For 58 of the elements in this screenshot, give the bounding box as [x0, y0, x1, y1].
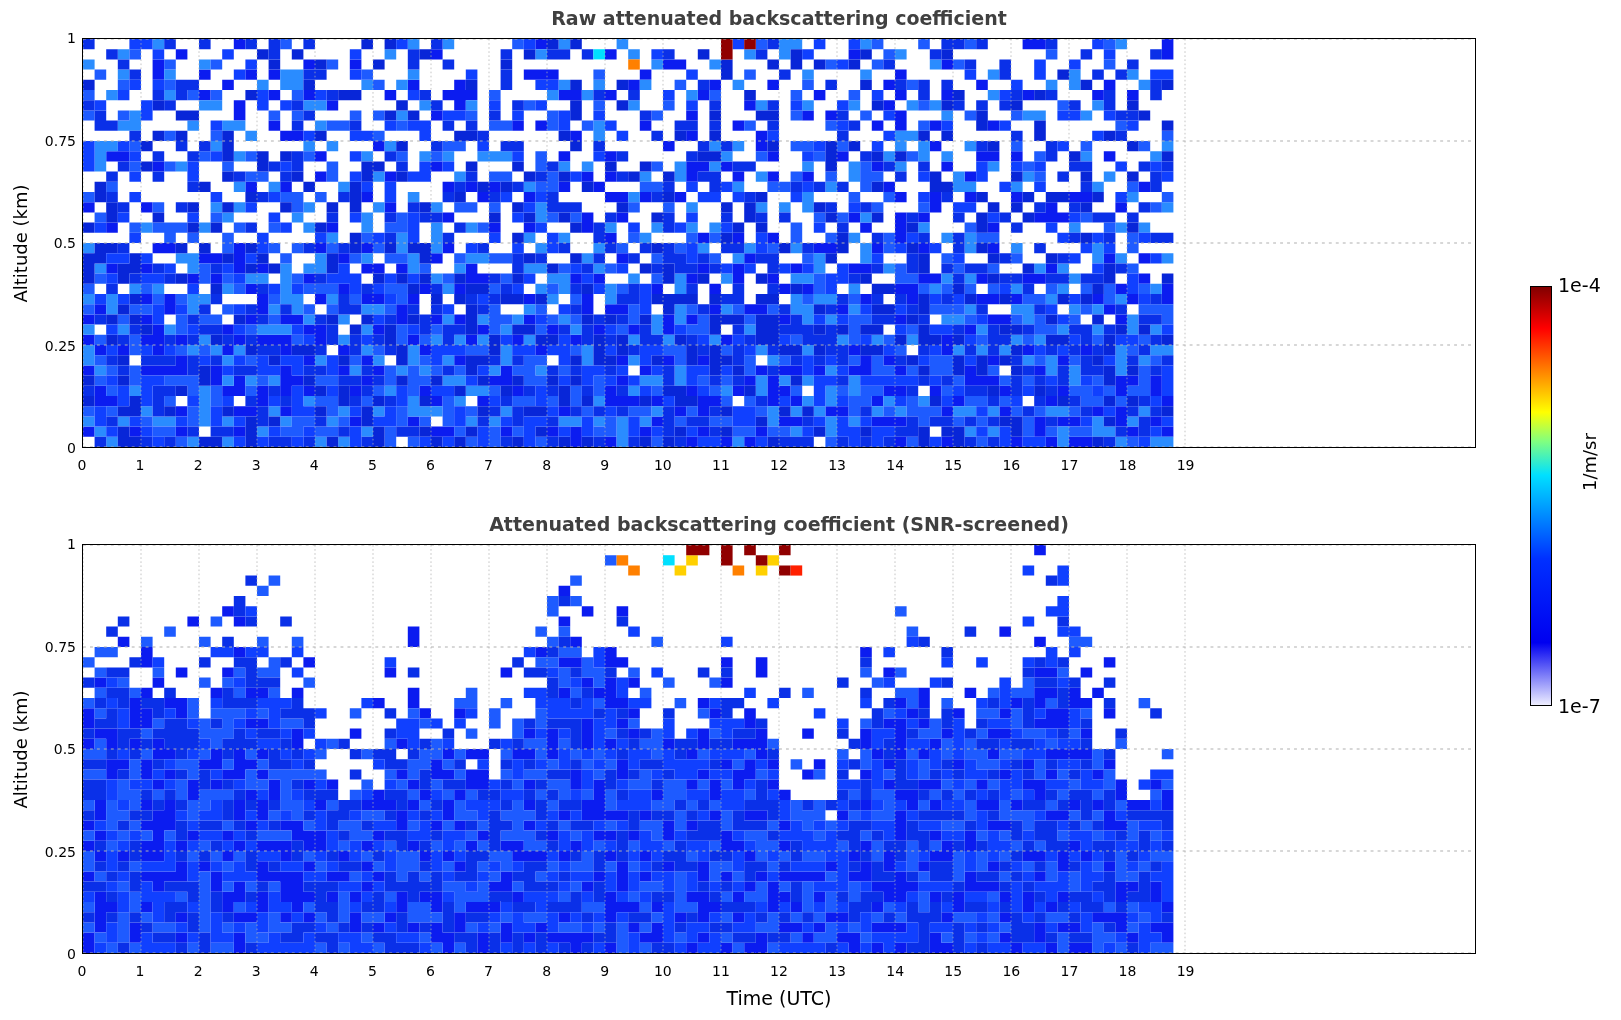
- x-tick-label: 16: [1002, 458, 1021, 472]
- y-tick-label: 0.75: [44, 639, 76, 654]
- y-tick-label: 0.5: [53, 742, 76, 756]
- x-tick-label: 15: [944, 458, 963, 472]
- x-axis-label: Time (UTC): [726, 986, 832, 1011]
- y-tick-label: 0: [67, 947, 76, 961]
- x-tick-label: 5: [367, 964, 377, 978]
- x-tick-label: 10: [653, 964, 672, 978]
- chart-title: Raw attenuated backscattering coefficient: [551, 5, 1007, 31]
- x-tick-label: 3: [251, 964, 261, 978]
- y-tick-label: 1: [67, 31, 76, 45]
- y-tick-label: 0.25: [44, 844, 76, 859]
- x-tick-label: 0: [77, 458, 87, 472]
- x-tick-label: 19: [1176, 458, 1195, 472]
- x-tick-label: 14: [886, 964, 905, 978]
- x-tick-label: 11: [712, 458, 730, 472]
- x-tick-label: 1: [135, 964, 145, 978]
- x-tick-label: 8: [542, 964, 552, 978]
- colorbar-title: 1/m/sr: [1581, 433, 1599, 491]
- x-tick-label: 9: [600, 964, 610, 978]
- chart-title: Attenuated backscattering coefficient (SNR-screened): [489, 511, 1069, 537]
- x-tick-label: 17: [1060, 458, 1079, 472]
- y-tick-label: 0.75: [44, 133, 76, 148]
- x-tick-label: 7: [484, 964, 494, 978]
- x-tick-label: 14: [886, 458, 905, 472]
- x-tick-label: 6: [426, 458, 435, 472]
- x-tick-label: 13: [828, 458, 846, 472]
- x-tick-label: 15: [944, 964, 963, 978]
- x-tick-label: 9: [600, 458, 610, 472]
- y-axis-label: Altitude (km): [8, 689, 32, 809]
- y-axis-label: Altitude (km): [8, 183, 32, 303]
- x-tick-label: 2: [193, 964, 203, 978]
- y-tick-label: 0: [67, 441, 76, 455]
- x-tick-label: 10: [653, 458, 672, 472]
- x-tick-label: 16: [1002, 964, 1021, 978]
- y-tick-label: 0.5: [53, 236, 76, 250]
- x-tick-label: 13: [828, 964, 846, 978]
- x-tick-label: 17: [1060, 964, 1079, 978]
- x-tick-label: 11: [712, 964, 730, 978]
- x-tick-label: 18: [1118, 964, 1137, 978]
- x-tick-label: 12: [770, 458, 788, 472]
- x-tick-label: 2: [193, 458, 203, 472]
- colorbar-max-label: 1e-4: [1558, 276, 1601, 295]
- y-tick-label: 0.25: [44, 338, 76, 353]
- x-tick-label: 6: [426, 964, 435, 978]
- x-tick-label: 4: [309, 458, 319, 472]
- x-tick-label: 5: [367, 458, 377, 472]
- x-tick-label: 3: [251, 458, 261, 472]
- colorbar-min-label: 1e-7: [1558, 697, 1601, 716]
- x-tick-label: 7: [484, 458, 494, 472]
- x-tick-label: 1: [135, 458, 145, 472]
- x-tick-label: 19: [1176, 964, 1195, 978]
- y-tick-label: 1: [67, 537, 76, 551]
- x-tick-label: 12: [770, 964, 788, 978]
- x-tick-label: 8: [542, 458, 552, 472]
- x-tick-label: 18: [1118, 458, 1137, 472]
- x-tick-label: 4: [309, 964, 319, 978]
- x-tick-label: 0: [77, 964, 87, 978]
